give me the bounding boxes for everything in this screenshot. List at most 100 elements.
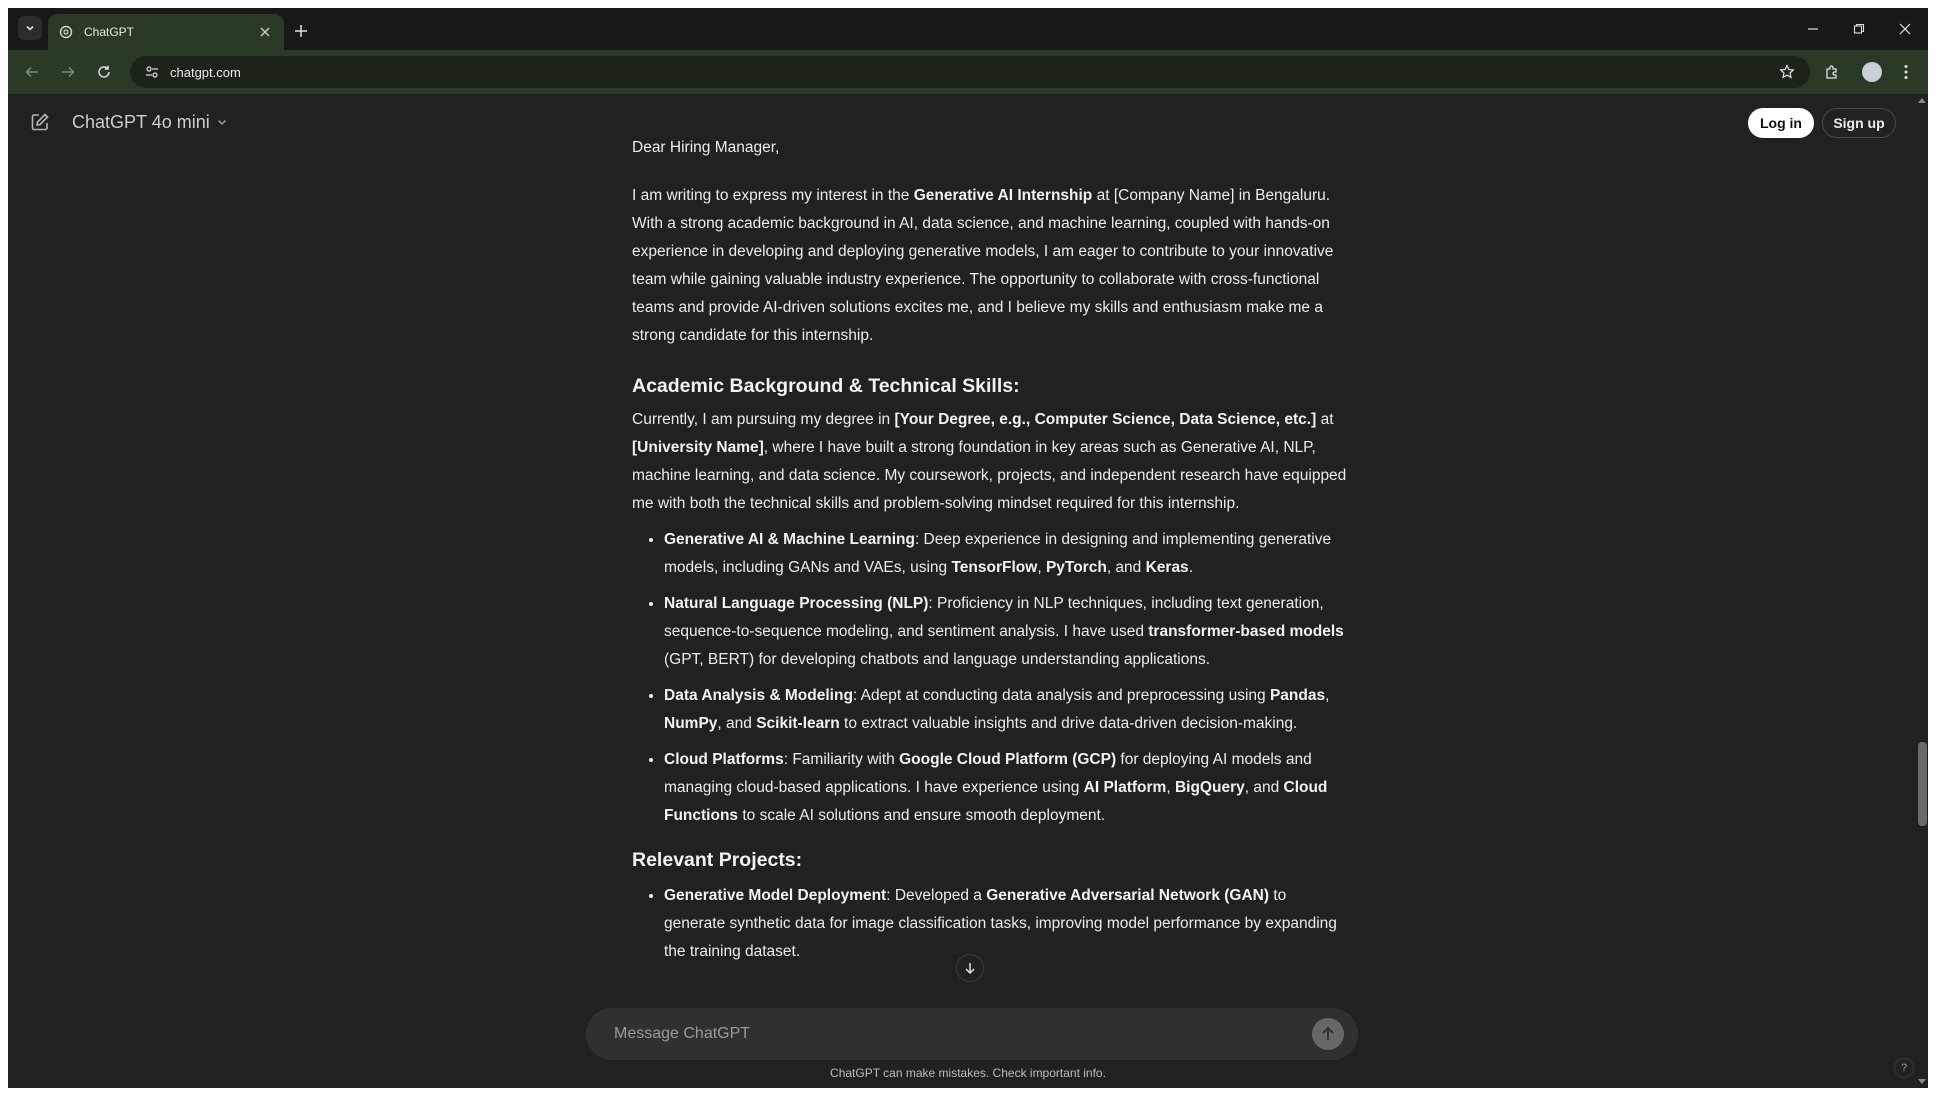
tab-title: ChatGPT xyxy=(84,25,135,39)
close-icon xyxy=(1899,23,1911,35)
new-chat-button[interactable] xyxy=(28,110,52,134)
list-item: Data Analysis & Modeling: Adept at condu… xyxy=(664,682,1348,738)
restore-button[interactable] xyxy=(1836,8,1882,50)
scrollbar-thumb[interactable] xyxy=(1918,742,1927,826)
back-button[interactable] xyxy=(20,60,44,84)
projects-list: Generative Model Deployment: Developed a… xyxy=(632,882,1348,966)
arrow-down-icon xyxy=(965,963,975,974)
bold-term: Generative Model Deployment xyxy=(664,887,887,904)
bold-term: Google Cloud Platform (GCP) xyxy=(899,751,1117,768)
text-run: , and xyxy=(1106,559,1146,576)
assistant-message: Dear Hiring Manager, I am writing to exp… xyxy=(632,134,1348,974)
extensions-button[interactable] xyxy=(1820,60,1844,84)
text-run: , and xyxy=(1244,779,1284,796)
bold-term: Generative Adversarial Network (GAN) xyxy=(986,887,1270,904)
bold-term: Cloud Platforms xyxy=(664,751,784,768)
list-item: Cloud Platforms: Familiarity with Google… xyxy=(664,746,1348,830)
bold-term: transformer-based models xyxy=(1148,623,1344,640)
scroll-to-bottom-button[interactable] xyxy=(956,954,984,982)
chevron-down-icon xyxy=(217,119,226,126)
text-run: , xyxy=(1037,559,1046,576)
list-item: Generative AI & Machine Learning: Deep e… xyxy=(664,526,1348,582)
page-scrollbar[interactable] xyxy=(1916,94,1928,1088)
list-item: Generative Model Deployment: Developed a… xyxy=(664,882,1348,966)
text-run: : Adept at conducting data analysis and … xyxy=(852,687,1270,704)
skills-list: Generative AI & Machine Learning: Deep e… xyxy=(632,526,1348,830)
bold-term: [Your Degree, e.g., Computer Science, Da… xyxy=(894,411,1317,428)
text-run: , xyxy=(1325,687,1330,704)
bold-term: Generative AI Internship xyxy=(913,187,1093,204)
model-name: ChatGPT 4o mini xyxy=(72,111,210,132)
close-window-button[interactable] xyxy=(1882,8,1928,50)
forward-button[interactable] xyxy=(56,60,80,84)
academic-paragraph: Currently, I am pursuing my degree in [Y… xyxy=(632,406,1348,518)
text-run: (GPT, BERT) for developing chatbots and … xyxy=(664,651,1211,668)
text-run: Currently, I am pursuing my degree in xyxy=(632,411,895,428)
reload-icon xyxy=(98,65,110,78)
minimize-button[interactable] xyxy=(1790,8,1836,50)
site-info-icon[interactable] xyxy=(142,62,162,82)
bold-term: Data Analysis & Modeling xyxy=(664,687,853,704)
bold-term: Keras xyxy=(1145,559,1189,576)
puzzle-icon xyxy=(1826,65,1837,79)
disclaimer-text: ChatGPT can make mistakes. Check importa… xyxy=(830,1066,1106,1080)
message-input[interactable] xyxy=(612,1024,1312,1044)
text-run: , xyxy=(1166,779,1175,796)
tab-chatgpt[interactable]: ChatGPT xyxy=(48,14,284,50)
bold-term: Generative AI & Machine Learning xyxy=(664,531,915,548)
tab-search-button[interactable] xyxy=(18,16,42,40)
tab-close-icon[interactable] xyxy=(256,23,274,41)
scroll-down-arrow-icon[interactable] xyxy=(1918,1078,1926,1086)
openai-logo-icon xyxy=(58,24,74,40)
chatgpt-page: ChatGPT 4o mini Log in Sign up Dear Hiri… xyxy=(8,94,1928,1088)
arrow-left-icon xyxy=(25,66,38,78)
kebab-menu-icon xyxy=(1904,65,1908,79)
bold-term: AI Platform xyxy=(1083,779,1167,796)
browser-window: ChatGPT chatgpt.com ChatGPT 4o mini Log … xyxy=(8,8,1928,1088)
bold-term: Scikit-learn xyxy=(756,715,840,732)
reload-button[interactable] xyxy=(92,60,116,84)
text-run: : Familiarity with xyxy=(783,751,900,768)
text-run: : Developed a xyxy=(886,887,987,904)
login-button[interactable]: Log in xyxy=(1748,108,1814,138)
bold-term: Pandas xyxy=(1269,687,1326,704)
signup-button[interactable]: Sign up xyxy=(1822,108,1896,138)
profile-avatar[interactable] xyxy=(1860,60,1884,84)
new-tab-button[interactable] xyxy=(290,20,312,42)
restore-icon xyxy=(1853,23,1865,34)
section-heading-projects: Relevant Projects: xyxy=(632,849,803,871)
text-run: at xyxy=(1316,411,1334,428)
browser-toolbar: chatgpt.com xyxy=(8,50,1928,94)
minimize-icon xyxy=(1808,28,1818,30)
text-run: to scale AI solutions and ensure smooth … xyxy=(738,807,1106,824)
text-run: , and xyxy=(717,715,757,732)
plus-icon xyxy=(295,25,307,37)
arrow-right-icon xyxy=(62,66,75,78)
model-selector[interactable]: ChatGPT 4o mini xyxy=(72,110,228,134)
send-button[interactable] xyxy=(1312,1018,1344,1050)
bold-term: TensorFlow xyxy=(951,559,1038,576)
help-button[interactable]: ? xyxy=(1894,1058,1914,1078)
intro-paragraph: I am writing to express my interest in t… xyxy=(632,182,1348,350)
pencil-square-icon xyxy=(31,113,49,131)
bold-term: Natural Language Processing (NLP) xyxy=(664,595,929,612)
scroll-up-arrow-icon[interactable] xyxy=(1918,96,1926,104)
bookmark-star-icon[interactable] xyxy=(1776,61,1798,83)
chevron-down-icon xyxy=(26,25,34,31)
url-text[interactable]: chatgpt.com xyxy=(170,65,1776,80)
greeting: Dear Hiring Manager, xyxy=(632,139,780,156)
window-controls xyxy=(1790,8,1928,50)
section-heading-skills: Academic Background & Technical Skills: xyxy=(632,375,1020,397)
address-bar[interactable]: chatgpt.com xyxy=(130,56,1810,88)
bold-term: [University Name] xyxy=(632,439,764,456)
tab-strip: ChatGPT xyxy=(8,8,1928,50)
avatar xyxy=(1862,62,1882,82)
browser-menu-button[interactable] xyxy=(1894,60,1918,84)
bold-term: PyTorch xyxy=(1045,559,1107,576)
list-item: Natural Language Processing (NLP): Profi… xyxy=(664,590,1348,674)
text-run: at [Company Name] in Bengaluru. With a s… xyxy=(632,187,1334,344)
text-run: to extract valuable insights and drive d… xyxy=(839,715,1298,732)
text-run: I am writing to express my interest in t… xyxy=(632,187,914,204)
arrow-up-icon xyxy=(1322,1026,1334,1040)
bold-term: NumPy xyxy=(664,715,718,732)
